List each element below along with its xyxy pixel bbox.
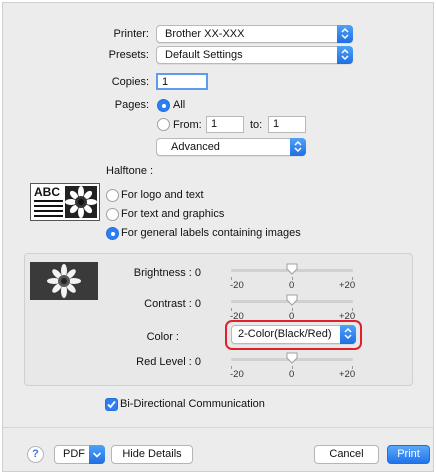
pdf-button[interactable]: PDF	[54, 445, 105, 464]
slider-thumb[interactable]	[286, 352, 298, 364]
printer-popup[interactable]: Brother XX-XXX	[156, 25, 353, 43]
sunflower-photo	[30, 262, 98, 300]
updown-chevron-icon	[337, 46, 353, 64]
pages-to-field[interactable]: 1	[268, 116, 306, 133]
halftone-preview: ABC	[30, 183, 100, 221]
slider-max-label: +20	[339, 369, 356, 380]
pages-all-label: All	[173, 99, 186, 111]
presets-value: Default Settings	[165, 49, 243, 61]
print-button[interactable]: Print	[387, 445, 430, 464]
halftone-option-radio[interactable]	[106, 189, 119, 202]
slider-mid-label: 0	[289, 369, 295, 380]
contrast-label: Contrast : 0	[144, 298, 201, 310]
preview-line	[34, 200, 63, 202]
halftone-option-radio[interactable]	[106, 208, 119, 221]
chevron-down-icon	[89, 445, 105, 464]
help-button[interactable]: ?	[27, 446, 44, 463]
color-label: Color :	[146, 331, 179, 343]
checkmark-icon	[107, 400, 116, 409]
bidirectional-checkbox[interactable]	[105, 398, 118, 411]
printer-value: Brother XX-XXX	[165, 28, 245, 40]
footer-divider	[3, 427, 433, 428]
pages-from-radio[interactable]	[157, 118, 170, 131]
presets-popup[interactable]: Default Settings	[156, 46, 353, 64]
sunflower-thumbnail	[65, 186, 97, 218]
print-dialog: Printer: Brother XX-XXX Presets: Default…	[2, 2, 434, 472]
contrast-slider[interactable]: -20 0 +20	[230, 294, 355, 322]
preview-line	[34, 205, 63, 207]
pages-all-radio[interactable]	[157, 99, 170, 112]
slider-max-label: +20	[339, 280, 356, 291]
cancel-button[interactable]: Cancel	[314, 445, 379, 464]
updown-chevron-icon	[337, 25, 353, 43]
pdf-label: PDF	[63, 448, 85, 460]
red-level-slider[interactable]: -20 0 +20	[230, 352, 356, 380]
halftone-preview-text: ABC	[34, 185, 60, 199]
pages-label: Pages:	[114, 99, 149, 111]
panel-menu-popup[interactable]: Advanced	[156, 138, 306, 156]
preview-line	[34, 215, 63, 217]
halftone-option-label: For logo and text	[121, 189, 204, 201]
pages-to-value: 1	[273, 118, 280, 130]
halftone-option-label: For text and graphics	[121, 208, 225, 220]
slider-mid-label: 0	[289, 280, 295, 291]
color-popup[interactable]: 2-Color(Black/Red)	[231, 325, 356, 344]
slider-min-label: -20	[230, 280, 244, 291]
presets-label: Presets:	[108, 49, 149, 61]
red-level-label: Red Level : 0	[136, 356, 201, 368]
panel-menu-value: Advanced	[171, 141, 220, 153]
slider-thumb[interactable]	[286, 263, 298, 275]
help-icon: ?	[32, 448, 39, 460]
updown-chevron-icon	[340, 325, 356, 344]
pages-from-label: From:	[173, 119, 202, 131]
preview-line	[34, 210, 63, 212]
halftone-option-label: For general labels containing images	[121, 227, 301, 239]
hide-details-button[interactable]: Hide Details	[111, 445, 193, 464]
brightness-label: Brightness : 0	[133, 267, 201, 279]
pages-from-field[interactable]: 1	[206, 116, 244, 133]
bidirectional-label: Bi-Directional Communication	[120, 398, 265, 410]
color-value: 2-Color(Black/Red)	[238, 328, 332, 340]
halftone-label: Halftone :	[106, 165, 154, 177]
pages-from-value: 1	[211, 118, 218, 130]
copies-label: Copies:	[111, 76, 149, 88]
halftone-option-radio[interactable]	[106, 227, 119, 240]
slider-min-label: -20	[230, 369, 244, 380]
copies-value: 1	[162, 76, 169, 88]
pages-to-label: to:	[250, 119, 263, 131]
brightness-slider[interactable]: -20 0 +20	[230, 263, 356, 291]
copies-field[interactable]: 1	[156, 73, 208, 90]
slider-thumb[interactable]	[286, 294, 298, 306]
updown-chevron-icon	[290, 138, 306, 156]
printer-label: Printer:	[113, 28, 149, 40]
